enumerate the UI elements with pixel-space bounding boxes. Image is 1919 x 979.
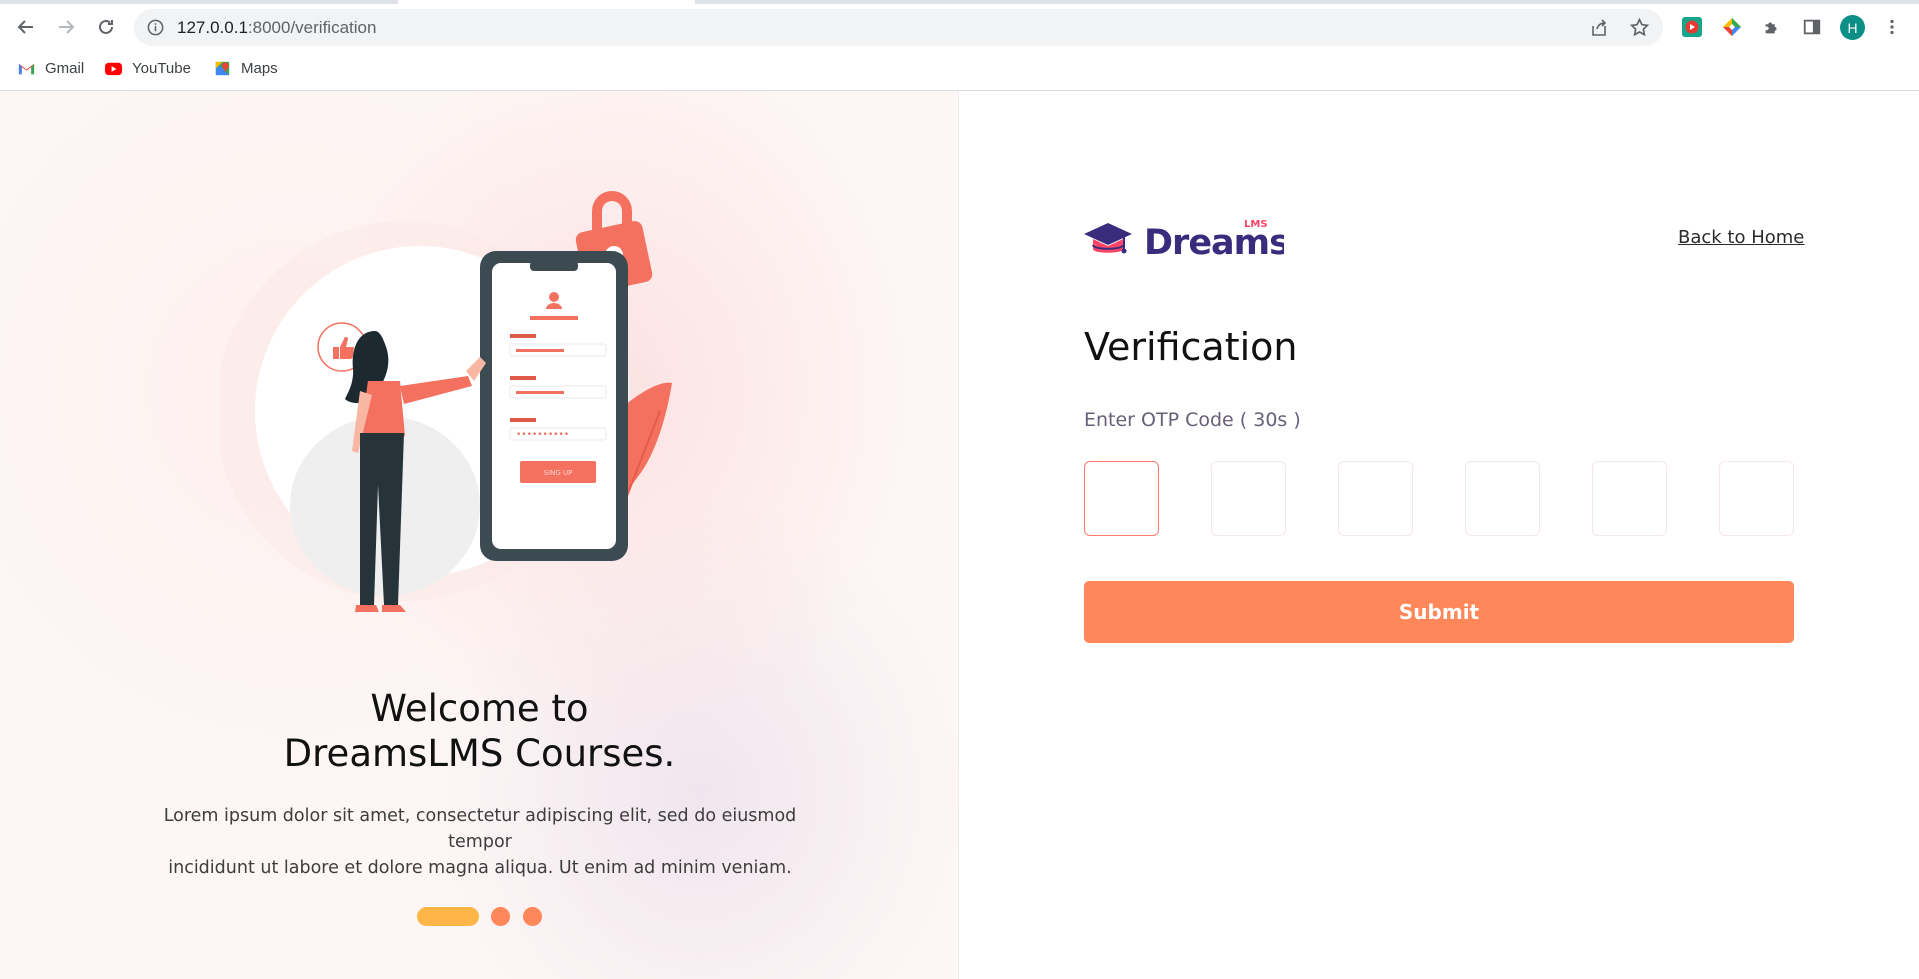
- bookmark-label: YouTube: [132, 59, 191, 77]
- svg-text:••••••••••: ••••••••••: [516, 430, 569, 440]
- dreams-lms-logo[interactable]: Dreams LMS: [1084, 215, 1290, 265]
- otp-digit-input[interactable]: [1338, 461, 1413, 536]
- arrow-right-icon: [59, 20, 75, 34]
- side-panel-icon[interactable]: [1800, 15, 1824, 39]
- maps-icon: [215, 61, 230, 75]
- page: •••••••••• SING UP Welcome to DreamsLMS …: [0, 91, 1919, 979]
- illustration-button-text: SING UP: [544, 469, 573, 477]
- logo-mark: Dreams LMS: [1084, 219, 1290, 263]
- otp-digit-input[interactable]: [1719, 461, 1794, 536]
- verification-panel: Dreams LMS Back to Home Verification Ent…: [960, 91, 1919, 979]
- extension-color-icon[interactable]: [1720, 15, 1744, 39]
- welcome-description: Lorem ipsum dolor sit amet, consectetur …: [140, 803, 820, 881]
- welcome-heading-line: DreamsLMS Courses.: [283, 732, 676, 775]
- back-button[interactable]: [12, 13, 40, 41]
- submit-button[interactable]: Submit: [1084, 581, 1794, 643]
- reload-icon: [99, 19, 113, 34]
- bookmark-youtube[interactable]: YouTube: [104, 57, 191, 79]
- bookmarks-bar: Gmail YouTube Maps: [0, 55, 1919, 81]
- profile-avatar[interactable]: H: [1840, 15, 1865, 40]
- star-icon[interactable]: [1629, 17, 1650, 38]
- otp-digit-input[interactable]: [1465, 461, 1540, 536]
- signup-illustration: •••••••••• SING UP: [220, 191, 672, 612]
- reload-button[interactable]: [92, 13, 120, 41]
- gmail-icon: [18, 63, 35, 74]
- browser-chrome: 127.0.0.1:8000/verification H Gmail YouT…: [0, 0, 1919, 91]
- url-path: :8000/verification: [247, 18, 377, 37]
- carousel-indicators: [0, 907, 959, 927]
- bookmark-gmail[interactable]: Gmail: [17, 57, 84, 79]
- more-menu-icon[interactable]: [1880, 15, 1904, 39]
- url-host: 127.0.0.1: [177, 18, 248, 37]
- tab-strip: [0, 0, 1919, 4]
- carousel-dot[interactable]: [523, 907, 542, 926]
- bookmark-maps[interactable]: Maps: [213, 57, 278, 79]
- welcome-description-line: Lorem ipsum dolor sit amet, consectetur …: [163, 806, 797, 852]
- otp-digit-input[interactable]: [1211, 461, 1286, 536]
- otp-digit-input[interactable]: [1592, 461, 1667, 536]
- youtube-icon: [104, 62, 123, 75]
- tab-strip-segment: [0, 0, 398, 4]
- share-icon[interactable]: [1589, 18, 1609, 38]
- extension-video-icon[interactable]: [1680, 15, 1704, 39]
- info-icon[interactable]: [146, 18, 165, 37]
- carousel-dot-active[interactable]: [417, 907, 479, 926]
- extensions-puzzle-icon[interactable]: [1760, 15, 1784, 39]
- otp-digit-input[interactable]: [1084, 461, 1159, 536]
- otp-label: Enter OTP Code ( 30s ): [1084, 409, 1301, 431]
- arrow-left-icon: [17, 20, 33, 34]
- url-text[interactable]: 127.0.0.1:8000/verification: [177, 18, 376, 38]
- tab-strip-segment: [695, 0, 1919, 4]
- forward-button[interactable]: [52, 13, 80, 41]
- logo-superscript: LMS: [1244, 219, 1268, 230]
- otp-inputs: [1084, 461, 1794, 536]
- welcome-heading: Welcome to DreamsLMS Courses.: [0, 686, 959, 776]
- back-to-home-link[interactable]: Back to Home: [1678, 227, 1804, 248]
- bookmark-label: Maps: [241, 59, 278, 77]
- address-bar[interactable]: 127.0.0.1:8000/verification: [134, 9, 1663, 46]
- page-title: Verification: [1084, 325, 1298, 369]
- welcome-heading-line: Welcome to: [370, 687, 589, 730]
- welcome-panel: •••••••••• SING UP Welcome to DreamsLMS …: [0, 91, 959, 979]
- carousel-dot[interactable]: [491, 907, 510, 926]
- bookmark-label: Gmail: [45, 59, 85, 77]
- welcome-description-line: incididunt ut labore et dolore magna ali…: [168, 858, 792, 878]
